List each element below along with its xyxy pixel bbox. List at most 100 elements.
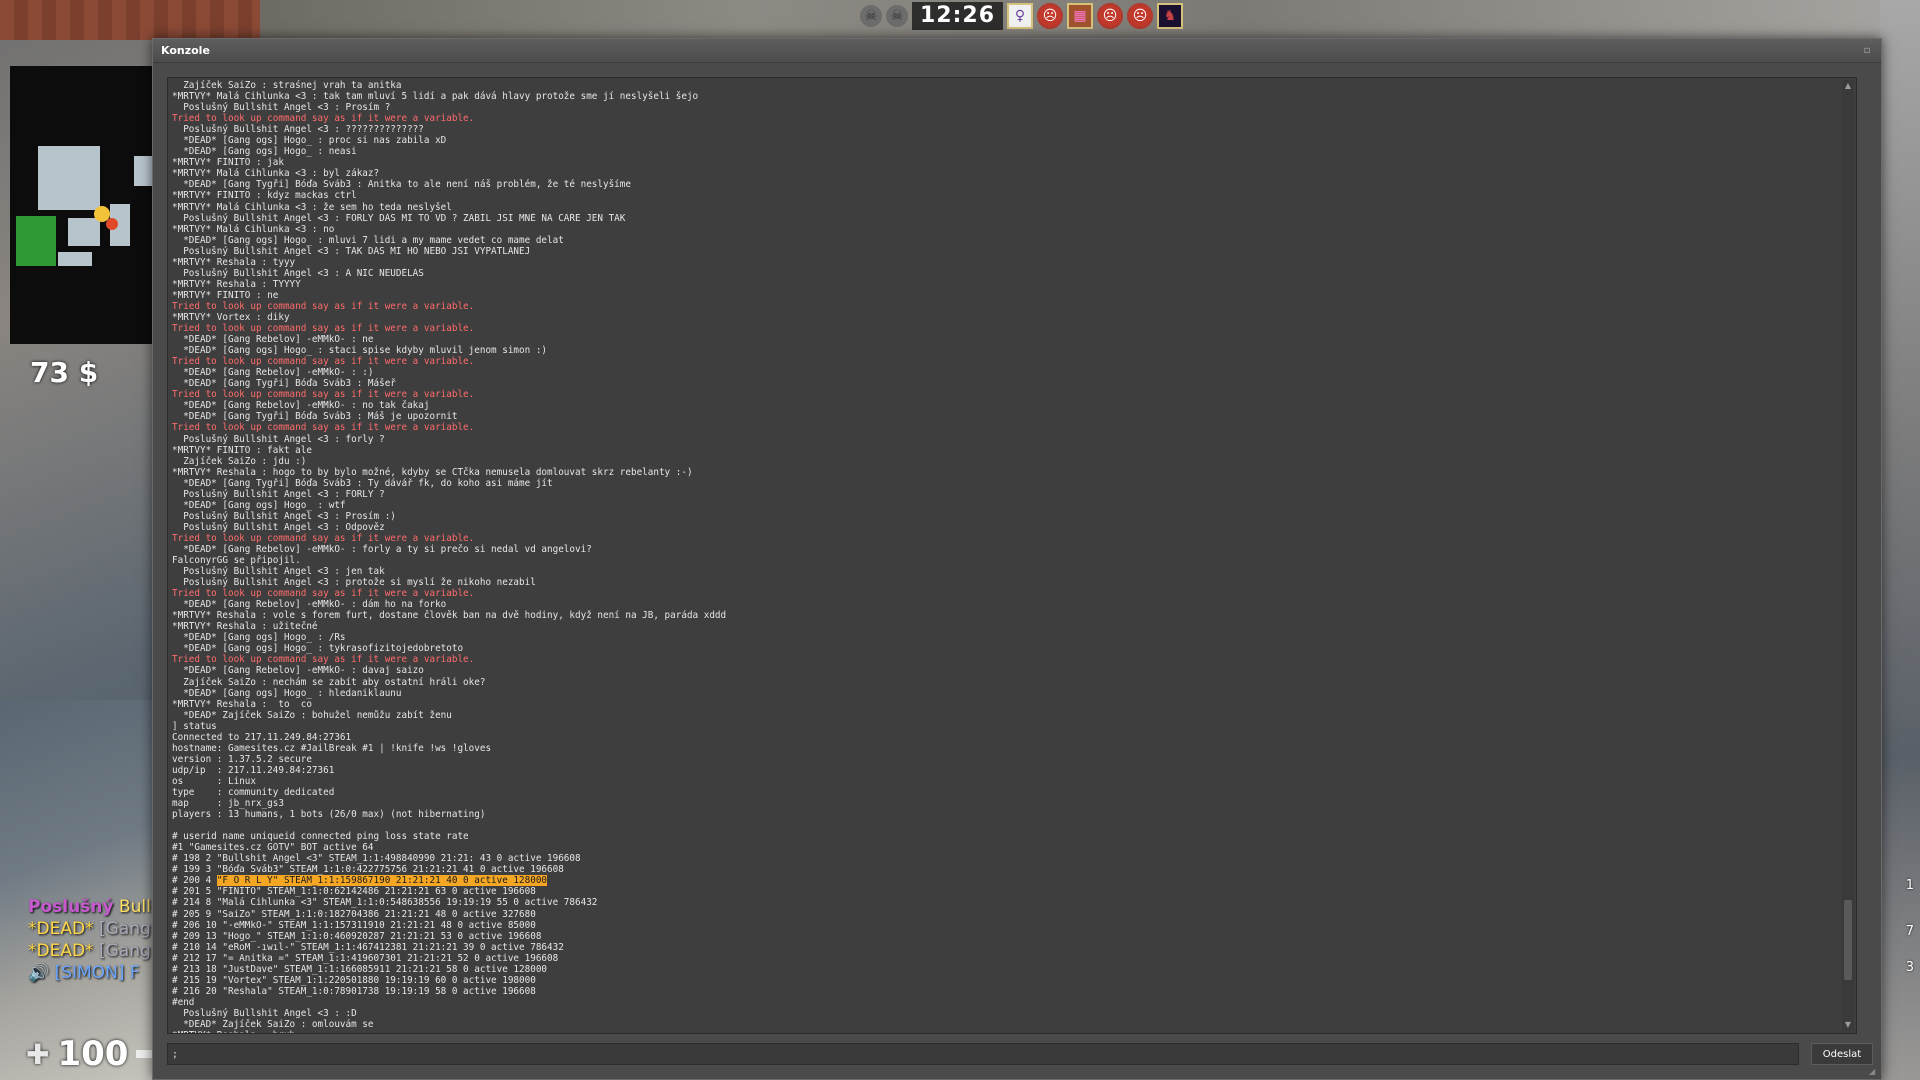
resize-grip-icon[interactable]: ◢ [1869,1067,1879,1077]
console-line: *MRTVÝ* Reshala : užitečné [172,621,318,633]
radar-zone [16,216,56,266]
console-line: Poslušný Bullshit Angel <3 : TAK DÁŠ MI … [172,245,531,257]
console-input-row: Odeslat [167,1043,1873,1067]
console-line: # 215 19 "Vortex" STEAM_1:1:220501880 19… [172,974,536,986]
console-line: *DEAD* [Gang Tygři] Bóďa Šváb3 : Anitka … [172,179,631,191]
console-line: *DEAD* [Gang Tygři] Bóďa Šváb3 : Máš je … [172,411,458,423]
console-line: # 209 13 "Hogo_" STEAM_1:1:0:460920287 2… [172,930,542,942]
submit-button[interactable]: Odeslat [1811,1043,1873,1065]
console-line: version : 1.37.5.2 secure [172,753,312,765]
console-line: Poslušný Bullshit Angel <3 : :D [172,1007,357,1019]
console-line: FalconyrGG se připojil. [172,555,301,567]
close-icon[interactable]: ▫ [1861,45,1873,57]
console-line: Poslušný Bullshit Angel <3 : Prosím :) [172,510,396,522]
console-error-line: Tried to look up command say as if it we… [172,300,475,312]
console-line: ] status [172,720,217,732]
console-line: *MRTVÝ* Vortex : diky [172,311,290,323]
console-line: # 213 18 "JustDave" STEAM_1:1:166085911 … [172,963,548,975]
console-line: *DEAD* [Gang ogs] Hogo_ : proc si nas za… [172,135,447,147]
console-line: *MRTVÝ* Reshala : to co [172,698,312,710]
console-titlebar[interactable]: Konzole ▫ [153,39,1881,63]
console-line: # 200 4 "F O R L Y" STEAM_1:1:159867190 … [172,875,548,887]
console-line: *DEAD* [Gang Rebelov] -eMMkO- : no tak č… [172,400,430,412]
game-scenery-roof [0,0,260,40]
console-line: *MRTVÝ* FINITO : kdyz mackas ctrl [172,190,357,202]
console-line: *DEAD* [Gang Rebelov] -eMMkO- : :) [172,367,374,379]
radar-minimap [10,66,152,344]
console-line: #end [172,996,195,1008]
round-timer: 12:26 [912,2,1004,30]
console-command-input[interactable] [167,1043,1799,1065]
console-log: Zajíček SaiZo : straśnej vrah ta anitka *… [168,78,1856,1033]
console-line: *MRTVÝ* Reshala : bruh [172,1030,1856,1033]
console-title: Konzole [161,44,210,57]
console-line: *MRTVÝ* Malá Cihlunka <3 : no [172,223,335,235]
console-error-line: Tried to look up command say as if it we… [172,654,475,666]
console-line: Poslušný Bullshit Angel <3 : jen tak [172,566,385,578]
console-line: os : Linux [172,775,256,787]
radar-room [58,252,92,266]
health-cross-icon: ✚ [26,1037,50,1071]
console-line: *MRTVÝ* Reshala : TYYYY [172,278,301,290]
money-display: 73 $ [30,356,99,389]
console-line: *MRTVÝ* Malá Cihlunka <3 : že sem ho ted… [172,201,452,213]
side-counter: 7 [1905,924,1914,939]
radar-room [134,156,152,186]
console-line: # 212 17 "= Anitka =" STEAM_1:1:41960730… [172,952,559,964]
console-line: # 214 8 "Malá Cihlunka <3" STEAM_1:1:0:5… [172,897,598,909]
console-line: *MRTVÝ* FINITO : ne [172,289,279,301]
console-line: Poslušný Bullshit Angel <3 : forly ? [172,433,385,445]
console-line: Poslušný Bullshit Angel <3 : FORLY ? [172,488,385,500]
console-line: Poslušný Bullshit Angel <3 : Odpověz [172,521,385,533]
console-window[interactable]: Konzole ▫ Zajíček SaiZo : straśnej vrah … [152,38,1882,1080]
console-error-line: Tried to look up command say as if it we… [172,389,475,401]
console-line: *MRTVÝ* Reshala : vole s forem furt, dos… [172,610,727,622]
console-error-line: Tried to look up command say as if it we… [172,588,475,600]
console-line: *DEAD* [Gang ogs] Hogo_ : /Rs [172,632,346,644]
console-line: udp/ip : 217.11.249.84:27361 [172,764,335,776]
skull-icon: ☠ [886,5,908,27]
console-line: *DEAD* [Gang Rebelov] -eMMkO- : ne [172,334,374,346]
console-line: # userid name uniqueid connected ping lo… [172,831,469,843]
console-line: Connected to 217.11.249.84:27361 [172,731,352,743]
scoreboard-topbar: ☠ ☠ 12:26 ♀ ☹ ▦ ☹ ☹ ♞ [860,2,1184,30]
skull-icon: ☠ [860,5,882,27]
player-avatar-icon: ☹ [1127,3,1154,29]
console-line: # 199 3 "Bóďa Šváb3" STEAM_1:1:0:4227757… [172,864,564,876]
console-line: players : 13 humans, 1 bots (26/0 max) (… [172,809,486,821]
console-line: #1 "Gamesites.cz GOTV" BOT active 64 [172,842,374,854]
console-line: *MRTVÝ* FINITO : fakt ale [172,444,312,456]
console-line: # 216 20 "Reshala" STEAM_1:0:78901738 19… [172,985,536,997]
console-line: *DEAD* [Gang ogs] Hogo_ : tykrasofizitoj… [172,643,464,655]
console-line: # 205 9 "SaiZo" STEAM_1:1:0:182704386 21… [172,908,536,920]
console-line: *MRTVÝ* Malá Cihlunka <3 : tak tam mluví… [172,91,699,103]
console-line: Poslušný Bullshit Angel <3 : protože si … [172,577,536,589]
console-error-line: Tried to look up command say as if it we… [172,532,475,544]
radar-room [68,218,100,246]
scroll-thumb[interactable] [1844,900,1852,980]
console-line: *DEAD* [Gang Rebelov] -eMMkO- : dám ho n… [172,599,447,611]
radar-enemy-icon [106,218,118,230]
console-line: *MRTVÝ* Reshala : tyyy [172,256,296,268]
console-line: map : jb_nrx_gs3 [172,798,284,810]
console-output[interactable]: Zajíček SaiZo : straśnej vrah ta anitka *… [167,77,1857,1034]
console-error-line: Tried to look up command say as if it we… [172,422,475,434]
scrollbar[interactable]: ▲ ▼ [1842,80,1854,1031]
console-line: # 201 5 "FINITO" STEAM_1:1:0:62142486 21… [172,886,536,898]
player-avatar-icon: ☹ [1097,3,1124,29]
console-line: # 206 10 "-eMMkO-" STEAM_1:1:157311910 2… [172,919,536,931]
console-line: Poslušný Bullshit Angel <3 : Prosím ? [172,102,391,114]
scroll-down-icon[interactable]: ▼ [1842,1019,1854,1031]
console-error-line: Tried to look up command say as if it we… [172,323,475,335]
console-line: *DEAD* [Gang Tygři] Bóďa Šváb3 : Mášeř [172,378,396,390]
console-line: *MRTVÝ* FINITO : jak [172,157,284,169]
player-avatar-icon: ☹ [1037,3,1064,29]
console-line: Zajíček SaiZo : nechám se zabít aby osta… [172,676,486,688]
player-avatar-icon: ♀ [1007,3,1034,29]
console-line: *DEAD* [Gang ogs] Hogo_ : staci spise kd… [172,345,548,357]
console-line: *DEAD* [Gang ogs] Hogo_ : mluvi 7 lidi a… [172,234,564,246]
console-line: # 210 14 "eRoM -ıwıl-" STEAM_1:1:4674123… [172,941,564,953]
console-line: Poslušný Bullshit Angel <3 : A NIC NEUDĚ… [172,267,424,279]
voice-speaker-icon: 🔊 [28,963,50,983]
scroll-up-icon[interactable]: ▲ [1842,80,1854,92]
